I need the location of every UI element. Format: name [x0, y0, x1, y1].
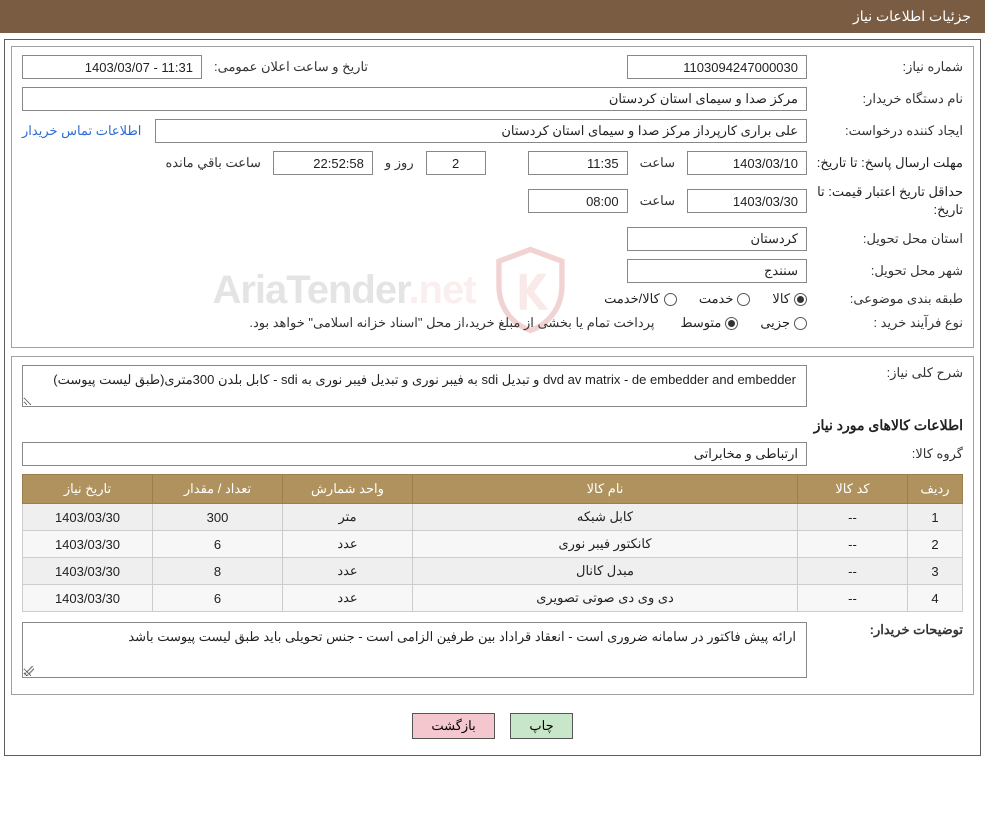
table-row: 2--کانکتور فیبر نوریعدد61403/03/30	[23, 531, 963, 558]
time-label-2: ساعت	[634, 193, 681, 209]
description-panel: شرح کلی نیاز: dvd av matrix - de embedde…	[11, 356, 974, 695]
deadline-label: مهلت ارسال پاسخ: تا تاریخ:	[813, 154, 963, 172]
overall-desc-label: شرح کلی نیاز:	[813, 365, 963, 381]
buyer-org-label: نام دستگاه خریدار:	[813, 91, 963, 107]
table-cell-date: 1403/03/30	[23, 558, 153, 585]
province-label: استان محل تحویل:	[813, 231, 963, 247]
radio-dot-icon	[794, 293, 807, 306]
table-cell-date: 1403/03/30	[23, 504, 153, 531]
radio-kala[interactable]: کالا	[772, 291, 807, 307]
content-wrapper: AriaTender.net شماره نیاز: 1103094247000…	[4, 39, 981, 756]
category-radio-group: کالا خدمت کالا/خدمت	[604, 291, 807, 307]
buyer-notes-label: توضیحات خریدار:	[813, 622, 963, 638]
radio-motevaset[interactable]: متوسط	[680, 315, 738, 331]
table-cell-row: 2	[908, 531, 963, 558]
category-label: طبقه بندی موضوعی:	[813, 291, 963, 307]
overall-desc-field: dvd av matrix - de embedder and embedder…	[22, 365, 807, 407]
radio-dot-icon	[725, 317, 738, 330]
days-and-label: روز و	[379, 155, 420, 171]
city-field: سنندج	[627, 259, 807, 283]
th-date: تاریخ نیاز	[23, 475, 153, 504]
radio-khedmat[interactable]: خدمت	[699, 291, 751, 307]
remaining-suffix-label: ساعت باقي مانده	[159, 155, 266, 171]
page-title: جزئیات اطلاعات نیاز	[853, 8, 971, 24]
table-cell-name: کانکتور فیبر نوری	[413, 531, 798, 558]
th-name: نام کالا	[413, 475, 798, 504]
buyer-org-field: مرکز صدا و سیمای استان کردستان	[22, 87, 807, 111]
table-cell-date: 1403/03/30	[23, 585, 153, 612]
table-cell-name: مبدل کانال	[413, 558, 798, 585]
th-qty: تعداد / مقدار	[153, 475, 283, 504]
table-cell-unit: عدد	[283, 558, 413, 585]
page-title-bar: جزئیات اطلاعات نیاز	[0, 0, 985, 33]
time-label-1: ساعت	[634, 155, 681, 171]
items-section-title: اطلاعات کالاهای مورد نیاز	[22, 417, 963, 434]
table-cell-row: 4	[908, 585, 963, 612]
table-cell-row: 1	[908, 504, 963, 531]
items-table: ردیف کد کالا نام کالا واحد شمارش تعداد /…	[22, 474, 963, 612]
creator-label: ایجاد کننده درخواست:	[813, 123, 963, 139]
table-cell-qty: 6	[153, 531, 283, 558]
announce-field: 11:31 - 1403/03/07	[22, 55, 202, 79]
th-row: ردیف	[908, 475, 963, 504]
table-cell-name: کابل شبکه	[413, 504, 798, 531]
time-remaining-field: 22:52:58	[273, 151, 373, 175]
table-cell-unit: عدد	[283, 585, 413, 612]
table-cell-unit: عدد	[283, 531, 413, 558]
table-cell-code: --	[798, 585, 908, 612]
group-field: ارتباطی و مخابراتی	[22, 442, 807, 466]
city-label: شهر محل تحویل:	[813, 263, 963, 279]
req-no-label: شماره نیاز:	[813, 59, 963, 75]
deadline-date-field: 1403/03/10	[687, 151, 807, 175]
validity-label: حداقل تاریخ اعتبار قیمت: تا تاریخ:	[813, 183, 963, 219]
table-row: 1--کابل شبکهمتر3001403/03/30	[23, 504, 963, 531]
province-field: کردستان	[627, 227, 807, 251]
announce-label: تاریخ و ساعت اعلان عمومی:	[208, 59, 374, 75]
purchase-note: پرداخت تمام یا بخشی از مبلغ خرید،از محل …	[249, 315, 654, 331]
table-cell-qty: 8	[153, 558, 283, 585]
table-cell-row: 3	[908, 558, 963, 585]
purchase-type-label: نوع فرآیند خرید :	[813, 315, 963, 331]
back-button[interactable]: بازگشت	[412, 713, 494, 739]
radio-icon	[664, 293, 677, 306]
deadline-time-field: 11:35	[528, 151, 628, 175]
info-panel: شماره نیاز: 1103094247000030 تاریخ و ساع…	[11, 46, 974, 348]
radio-kala-khedmat[interactable]: کالا/خدمت	[604, 291, 677, 307]
radio-jozi[interactable]: جزیی	[760, 315, 807, 331]
table-cell-qty: 300	[153, 504, 283, 531]
resize-handle-icon[interactable]	[24, 666, 34, 676]
radio-icon	[737, 293, 750, 306]
validity-date-field: 1403/03/30	[687, 189, 807, 213]
table-row: 3--مبدل کانالعدد81403/03/30	[23, 558, 963, 585]
table-header-row: ردیف کد کالا نام کالا واحد شمارش تعداد /…	[23, 475, 963, 504]
button-row: چاپ بازگشت	[11, 703, 974, 749]
table-cell-name: دی وی دی صوتی تصویری	[413, 585, 798, 612]
table-cell-code: --	[798, 504, 908, 531]
group-label: گروه کالا:	[813, 446, 963, 462]
buyer-contact-link[interactable]: اطلاعات تماس خریدار	[22, 123, 149, 139]
table-cell-code: --	[798, 531, 908, 558]
table-cell-date: 1403/03/30	[23, 531, 153, 558]
purchase-type-radio-group: جزیی متوسط	[680, 315, 807, 331]
th-unit: واحد شمارش	[283, 475, 413, 504]
print-button[interactable]: چاپ	[510, 713, 572, 739]
validity-time-field: 08:00	[528, 189, 628, 213]
buyer-notes-field: ارائه پیش فاکتور در سامانه ضروری است - ا…	[22, 622, 807, 678]
radio-icon	[794, 317, 807, 330]
table-cell-code: --	[798, 558, 908, 585]
table-row: 4--دی وی دی صوتی تصویریعدد61403/03/30	[23, 585, 963, 612]
req-no-field: 1103094247000030	[627, 55, 807, 79]
table-cell-unit: متر	[283, 504, 413, 531]
th-code: کد کالا	[798, 475, 908, 504]
table-cell-qty: 6	[153, 585, 283, 612]
creator-field: علی براری کارپرداز مرکز صدا و سیمای استا…	[155, 119, 807, 143]
days-remaining-field: 2	[426, 151, 486, 175]
